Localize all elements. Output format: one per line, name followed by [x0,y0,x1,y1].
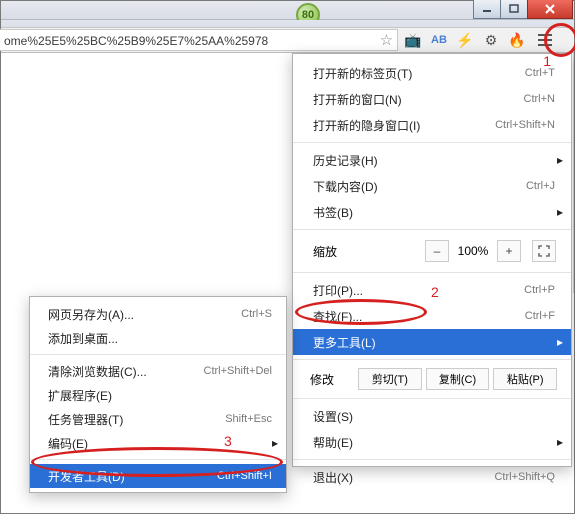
menu-find[interactable]: 查找(F)...Ctrl+F [293,303,571,329]
zoom-percent: 100% [452,244,494,258]
menu-new-window[interactable]: 打开新的窗口(N)Ctrl+N [293,86,571,112]
chevron-right-icon: ▸ [557,335,563,349]
ab-icon[interactable]: AB [430,31,448,49]
menu-more-tools[interactable]: 更多工具(L)▸ [293,329,571,355]
chevron-right-icon: ▸ [557,435,563,449]
cut-button[interactable]: 剪切(T) [358,368,422,390]
menu-button[interactable] [534,29,556,51]
submenu-encoding[interactable]: 编码(E)▸ [30,431,286,455]
submenu-dev-tools[interactable]: 开发者工具(D)Ctrl+Shift+I [30,464,286,488]
cast-icon[interactable]: 📺 [404,31,422,49]
zoom-out-button[interactable]: – [425,240,449,262]
submenu-clear-data[interactable]: 清除浏览数据(C)...Ctrl+Shift+Del [30,359,286,383]
zoom-label: 缩放 [313,243,422,260]
chevron-right-icon: ▸ [557,205,563,219]
menu-exit[interactable]: 退出(X)Ctrl+Shift+Q [293,464,571,490]
menu-incognito[interactable]: 打开新的隐身窗口(I)Ctrl+Shift+N [293,112,571,138]
toolbar-icons: 📺 AB ⚡ ⚙ 🔥 [398,29,562,51]
copy-button[interactable]: 复制(C) [426,368,490,390]
url-bar: ome%25E5%25BC%25B9%25E7%25AA%25978 ☆ 📺 A… [1,27,574,53]
chevron-right-icon: ▸ [272,436,278,450]
bookmark-star-icon[interactable]: ☆ [376,29,398,51]
zoom-in-button[interactable]: + [497,240,521,262]
menu-help[interactable]: 帮助(E)▸ [293,429,571,455]
menu-edit-row: 修改 剪切(T) 复制(C) 粘贴(P) [293,364,571,394]
more-tools-submenu: 网页另存为(A)...Ctrl+S 添加到桌面... 清除浏览数据(C)...C… [29,296,287,493]
menu-print[interactable]: 打印(P)...Ctrl+P [293,277,571,303]
maximize-button[interactable] [500,0,528,19]
fullscreen-button[interactable] [532,240,556,262]
gear-icon[interactable]: ⚙ [482,31,500,49]
menu-new-tab[interactable]: 打开新的标签页(T)Ctrl+T [293,60,571,86]
window-buttons [474,0,573,19]
bolt-icon[interactable]: ⚡ [456,31,474,49]
window-titlebar [1,1,574,20]
menu-bookmarks[interactable]: 书签(B)▸ [293,199,571,225]
close-button[interactable] [527,0,573,19]
submenu-add-desktop[interactable]: 添加到桌面... [30,326,286,350]
edit-label: 修改 [310,371,356,388]
minimize-button[interactable] [473,0,501,19]
submenu-task-manager[interactable]: 任务管理器(T)Shift+Esc [30,407,286,431]
chevron-right-icon: ▸ [557,153,563,167]
fire-icon[interactable]: 🔥 [508,31,526,49]
menu-settings[interactable]: 设置(S) [293,403,571,429]
menu-history[interactable]: 历史记录(H)▸ [293,147,571,173]
submenu-extensions[interactable]: 扩展程序(E) [30,383,286,407]
menu-downloads[interactable]: 下载内容(D)Ctrl+J [293,173,571,199]
menu-zoom: 缩放 – 100% + [293,234,571,268]
main-menu: 打开新的标签页(T)Ctrl+T 打开新的窗口(N)Ctrl+N 打开新的隐身窗… [292,53,572,467]
submenu-save-as[interactable]: 网页另存为(A)...Ctrl+S [30,302,286,326]
paste-button[interactable]: 粘贴(P) [493,368,557,390]
address-input[interactable]: ome%25E5%25BC%25B9%25E7%25AA%25978 [0,29,377,51]
